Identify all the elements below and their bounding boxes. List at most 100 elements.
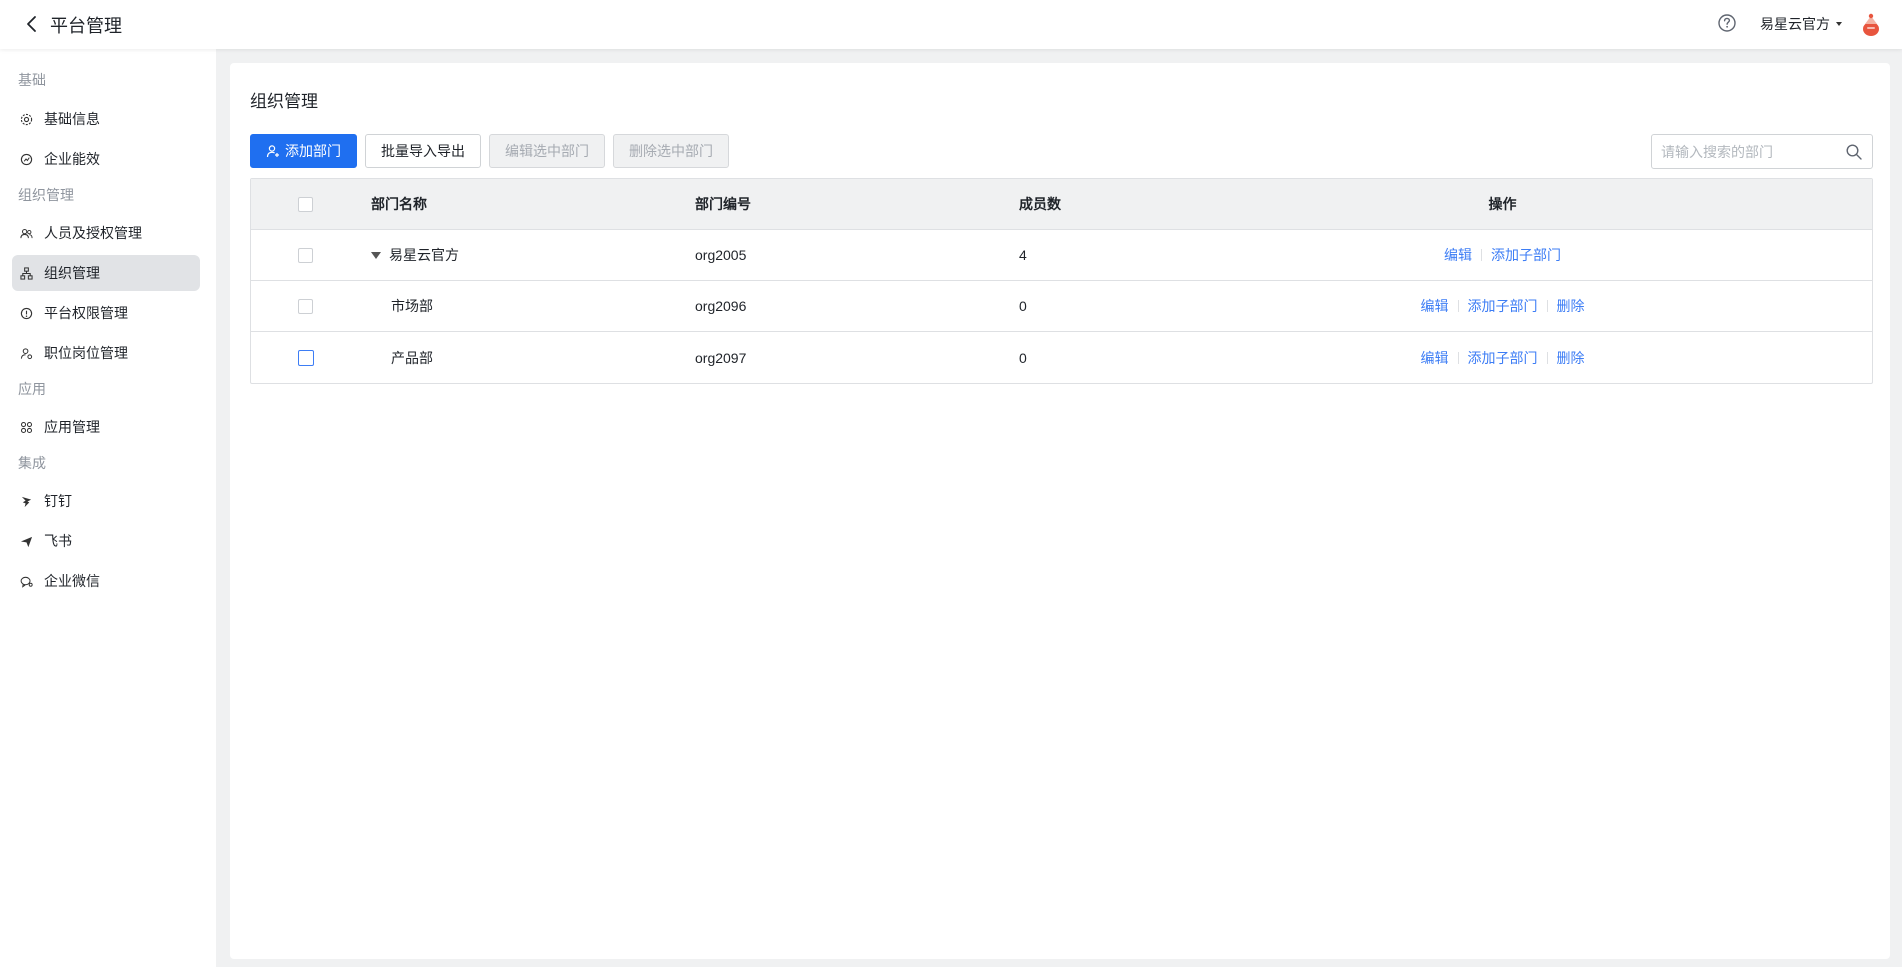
row-actions: 编辑 添加子部门 删除	[1131, 332, 1874, 383]
edit-selected-label: 编辑选中部门	[505, 143, 589, 159]
row-actions: 编辑 添加子部门	[1131, 230, 1874, 280]
sidebar-group-basic: 基础	[18, 72, 46, 88]
add-sub-department-link[interactable]: 添加子部门	[1468, 348, 1538, 368]
app-title: 平台管理	[50, 16, 122, 36]
sidebar-item-apps[interactable]: 应用管理	[12, 409, 200, 445]
sidebar-item-label: 基础信息	[44, 111, 100, 127]
column-header-name: 部门名称	[371, 196, 427, 212]
sidebar-item-label: 企业能效	[44, 151, 100, 167]
sidebar-item-users[interactable]: 人员及授权管理	[12, 215, 200, 251]
dingtalk-icon	[18, 493, 34, 509]
department-code: org2096	[695, 298, 747, 314]
department-name-cell: 易星云官方	[371, 230, 459, 280]
sidebar-group-app: 应用	[18, 381, 46, 397]
add-department-label: 添加部门	[285, 143, 341, 159]
delete-selected-button[interactable]: 删除选中部门	[613, 134, 729, 168]
select-all-checkbox[interactable]	[298, 197, 313, 212]
department-name-cell: 产品部	[371, 332, 433, 383]
department-code: org2097	[695, 349, 747, 366]
delete-selected-label: 删除选中部门	[629, 143, 713, 159]
apps-icon	[18, 419, 34, 435]
member-count: 0	[1019, 349, 1027, 366]
sidebar-item-positions[interactable]: 职位岗位管理	[12, 335, 200, 371]
add-user-icon	[266, 144, 280, 158]
search-input[interactable]	[1652, 143, 1832, 160]
column-header-code: 部门编号	[695, 196, 751, 212]
sidebar-item-dingtalk[interactable]: 钉钉	[12, 483, 200, 519]
edit-link[interactable]: 编辑	[1421, 348, 1449, 368]
department-name: 易星云官方	[389, 247, 459, 263]
org-name: 易星云官方	[1760, 16, 1830, 32]
edit-selected-button[interactable]: 编辑选中部门	[489, 134, 605, 168]
feishu-icon	[18, 533, 34, 549]
column-header-actions: 操作	[1488, 196, 1517, 212]
divider	[1457, 300, 1459, 312]
table-header-row: 部门名称 部门编号 成员数 操作	[251, 179, 1872, 230]
row-checkbox[interactable]	[298, 350, 314, 366]
gear-icon	[18, 111, 34, 127]
sidebar-item-basic-info[interactable]: 基础信息	[12, 101, 200, 137]
main-panel: 组织管理 添加部门 批量导入导出 编辑选中部门 删除选中部门 部门名称 部门编号…	[230, 63, 1890, 959]
member-count: 0	[1019, 298, 1027, 314]
delete-link[interactable]: 删除	[1557, 296, 1585, 316]
table-row: 易星云官方 org2005 4 编辑 添加子部门	[251, 230, 1872, 281]
top-bar: 平台管理 易星云官方	[0, 0, 1902, 49]
chart-icon	[18, 151, 34, 167]
org-tree-icon	[18, 265, 34, 281]
sidebar-item-label: 组织管理	[44, 265, 100, 281]
avatar[interactable]	[1858, 10, 1884, 38]
department-table: 部门名称 部门编号 成员数 操作 易星云官方 org2005 4 编辑 添加子部…	[250, 178, 1873, 384]
shield-icon	[18, 305, 34, 321]
row-checkbox[interactable]	[298, 248, 313, 263]
sidebar-item-label: 职位岗位管理	[44, 345, 128, 361]
avatar-icon	[1863, 13, 1879, 36]
sidebar-item-org-management[interactable]: 组织管理	[12, 255, 200, 291]
help-button[interactable]	[1716, 12, 1738, 34]
edit-link[interactable]: 编辑	[1444, 245, 1472, 265]
department-name-cell: 市场部	[371, 281, 433, 331]
caret-down-icon	[1836, 22, 1842, 26]
sidebar-item-wecom[interactable]: 企业微信	[12, 563, 200, 599]
divider	[1546, 351, 1548, 364]
users-icon	[18, 225, 34, 241]
sidebar-item-label: 应用管理	[44, 419, 100, 435]
department-name: 产品部	[391, 349, 433, 366]
sidebar-item-label: 平台权限管理	[44, 305, 128, 321]
sidebar-group-org: 组织管理	[18, 187, 74, 203]
sidebar-item-label: 企业微信	[44, 573, 100, 589]
table-row: 市场部 org2096 0 编辑 添加子部门 删除	[251, 281, 1872, 332]
edit-link[interactable]: 编辑	[1421, 296, 1449, 316]
search-box	[1651, 134, 1873, 169]
sidebar-item-label: 钉钉	[44, 493, 72, 509]
delete-link[interactable]: 删除	[1557, 348, 1585, 368]
sidebar-item-feishu[interactable]: 飞书	[12, 523, 200, 559]
add-sub-department-link[interactable]: 添加子部门	[1468, 296, 1538, 316]
wecom-icon	[18, 573, 34, 589]
expand-caret-icon[interactable]	[371, 251, 381, 259]
org-switcher[interactable]: 易星云官方	[1760, 14, 1842, 34]
import-export-button[interactable]: 批量导入导出	[365, 134, 481, 168]
divider	[1546, 300, 1548, 312]
row-checkbox[interactable]	[298, 299, 313, 314]
chevron-left-icon	[27, 16, 36, 32]
back-button[interactable]	[22, 14, 42, 34]
department-code: org2005	[695, 247, 747, 263]
user-badge-icon	[18, 345, 34, 361]
sidebar-item-label: 飞书	[44, 533, 72, 549]
column-header-count: 成员数	[1019, 196, 1061, 212]
sidebar-item-efficiency[interactable]: 企业能效	[12, 141, 200, 177]
help-icon	[1718, 14, 1736, 32]
search-icon[interactable]	[1845, 143, 1863, 161]
sidebar: 基础 基础信息 企业能效 组织管理 人员及授权管理 组织管理 平台权限管理 职位…	[0, 49, 216, 967]
divider	[1457, 351, 1459, 364]
department-name: 市场部	[391, 298, 433, 314]
import-export-label: 批量导入导出	[381, 143, 465, 159]
divider	[1481, 249, 1482, 261]
sidebar-group-integration: 集成	[18, 455, 46, 471]
member-count: 4	[1019, 247, 1027, 263]
sidebar-item-label: 人员及授权管理	[44, 225, 142, 241]
add-sub-department-link[interactable]: 添加子部门	[1491, 245, 1561, 265]
sidebar-item-permissions[interactable]: 平台权限管理	[12, 295, 200, 331]
add-department-button[interactable]: 添加部门	[250, 134, 357, 168]
page-title: 组织管理	[250, 92, 318, 111]
